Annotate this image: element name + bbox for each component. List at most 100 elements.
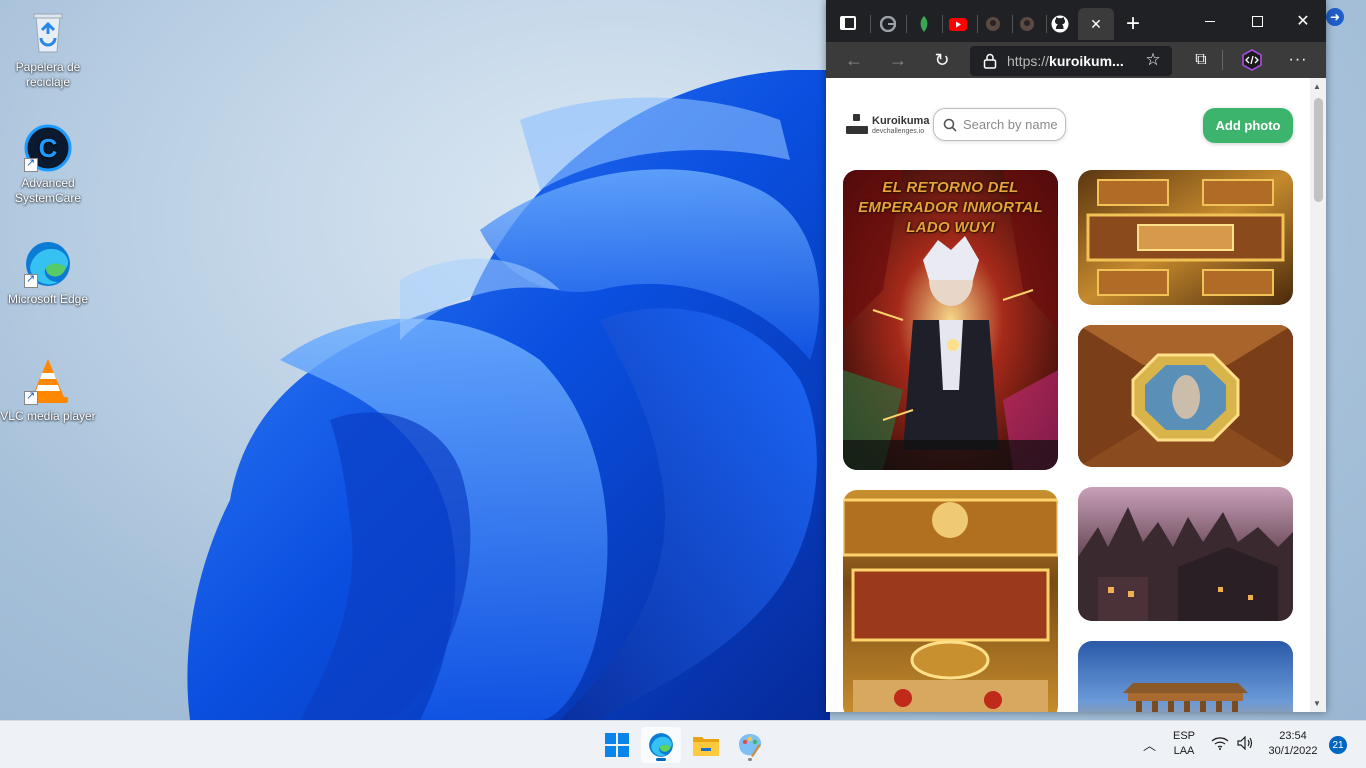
logo-title: Kuroikuma [872, 114, 930, 127]
folder-icon [693, 737, 719, 756]
photo-card[interactable] [1078, 487, 1293, 621]
new-tab-button[interactable]: + [1118, 8, 1148, 40]
desktop-icon-label: VLC media player [0, 409, 96, 423]
notification-badge[interactable]: 21 [1329, 736, 1347, 754]
close-window-button[interactable]: ✕ [1280, 6, 1326, 36]
refresh-button[interactable]: ↻ [927, 46, 957, 74]
google-icon [880, 16, 896, 32]
site-logo[interactable]: Kuroikuma devchallenges.io [846, 114, 929, 136]
edge-icon [24, 240, 72, 288]
show-hidden-icons-chevron-icon[interactable]: ︿ [1143, 735, 1156, 754]
back-arrow-icon: ← [845, 49, 863, 70]
vlc-cone-icon [24, 357, 72, 405]
language-code: ESP [1172, 730, 1195, 742]
volume-icon[interactable] [1237, 735, 1255, 755]
add-photo-button[interactable]: Add photo [1203, 108, 1293, 143]
forward-arrow-icon: → [889, 49, 907, 70]
scrollbar-thumb[interactable] [1314, 98, 1323, 202]
tab-bar: ✕ + ✕ [826, 0, 1326, 42]
start-button[interactable] [597, 727, 637, 763]
maximize-icon [1251, 15, 1263, 27]
taskbar-edge[interactable] [641, 727, 681, 763]
code-extension-icon [1242, 49, 1262, 71]
clock-time: 23:54 [1279, 730, 1307, 742]
desktop-icon-label: Advanced SystemCare [14, 176, 82, 205]
close-icon: ✕ [1296, 13, 1310, 30]
address-bar: ← → ↻ https://kuroikum... ☆ ⧉ ··· [826, 42, 1326, 78]
photo-card[interactable] [843, 490, 1058, 712]
page-scrollbar[interactable]: ▲ ▼ [1310, 78, 1326, 712]
language-indicator[interactable]: ESP LAA [1168, 729, 1200, 759]
minimize-button[interactable] [1187, 6, 1233, 36]
github-icon [1051, 15, 1069, 33]
recycle-bin-icon [24, 8, 72, 56]
browser-window: ✕ + ✕ ← → ↻ https://kuroikum... ☆ ⧉ ··· [826, 0, 1326, 712]
tab-active[interactable]: ✕ [1078, 8, 1114, 40]
back-button[interactable]: ← [839, 46, 869, 74]
forward-button[interactable]: → [883, 46, 913, 74]
maximize-button[interactable] [1234, 6, 1280, 36]
url-protocol: https:// [1007, 53, 1050, 69]
close-tab-icon[interactable]: ✕ [1090, 16, 1102, 33]
more-icon: ··· [1288, 51, 1308, 68]
puzzle-icon: ⧉ [1195, 51, 1207, 68]
plus-icon: + [1125, 10, 1140, 37]
extensions-button[interactable]: ⧉ [1186, 46, 1216, 74]
photo-card[interactable] [1078, 170, 1293, 305]
clock[interactable]: 23:54 30/1/2022 [1262, 729, 1324, 759]
photo-cover-title: EL RETORNO DEL EMPERADOR INMORTAL LADO W… [858, 179, 1043, 236]
active-indicator [656, 758, 666, 761]
lock-icon [983, 53, 997, 69]
youtube-icon [949, 17, 967, 31]
tab-leaf[interactable] [909, 8, 939, 40]
windows-start-icon [605, 733, 629, 757]
shortcut-arrow-icon [24, 272, 38, 288]
tab-github[interactable] [1045, 8, 1075, 40]
star-add-icon: ☆ [1145, 50, 1161, 69]
desktop-icon-vlc[interactable]: VLC media player [0, 357, 96, 424]
search-input[interactable]: Search by name [933, 108, 1066, 141]
web-page: Kuroikuma devchallenges.io Search by nam… [826, 78, 1310, 712]
edge-icon [649, 733, 673, 757]
taskbar-paint[interactable] [730, 727, 770, 763]
tab-google[interactable] [873, 8, 903, 40]
shortcut-arrow-icon [24, 389, 38, 405]
devtools-extension-button[interactable] [1237, 46, 1267, 74]
partial-desktop-icon[interactable]: ➜ [1326, 8, 1344, 26]
tab-youtube[interactable] [943, 8, 973, 40]
logo-mark-icon [846, 114, 868, 136]
desktop-icon-advanced-systemcare[interactable]: C Advanced SystemCare [0, 124, 96, 206]
shortcut-arrow-icon [24, 156, 38, 172]
scroll-down-icon[interactable]: ▼ [1313, 699, 1321, 708]
avatar-icon [986, 17, 1000, 31]
tab-avatar-1[interactable] [978, 8, 1008, 40]
scroll-up-icon[interactable]: ▲ [1313, 82, 1321, 91]
refresh-icon: ↻ [934, 49, 950, 70]
paint-palette-icon [739, 734, 762, 757]
favorite-button[interactable]: ☆ [1138, 46, 1168, 74]
taskbar: ︿ ESP LAA 23:54 30/1/2022 [0, 720, 1366, 768]
leaf-icon [920, 16, 928, 32]
settings-menu-button[interactable]: ··· [1283, 46, 1313, 74]
desktop-icon-label: Microsoft Edge [7, 292, 89, 306]
advanced-systemcare-icon: C [24, 124, 72, 172]
clock-date: 30/1/2022 [1268, 745, 1318, 757]
wifi-icon[interactable] [1211, 736, 1229, 755]
photo-card[interactable]: EL RETORNO DEL EMPERADOR INMORTAL LADO W… [843, 170, 1058, 470]
logo-subtitle: devchallenges.io [872, 127, 925, 135]
avatar-icon [1020, 17, 1034, 31]
desktop-icon-microsoft-edge[interactable]: Microsoft Edge [0, 240, 96, 307]
desktop-icon-label: Papelera de reciclaje [15, 60, 81, 89]
desktop-icon-recycle-bin[interactable]: Papelera de reciclaje [0, 8, 96, 90]
keyboard-layout: LAA [1173, 745, 1195, 757]
tab-actions-icon[interactable] [840, 16, 856, 30]
url-host: kuroikum... [1049, 53, 1124, 69]
minimize-icon [1205, 20, 1215, 22]
svg-text:C: C [39, 133, 58, 163]
photo-card[interactable] [1078, 641, 1293, 712]
search-placeholder: Search by name [963, 117, 1058, 132]
taskbar-file-explorer[interactable] [686, 727, 726, 763]
search-icon [943, 118, 957, 132]
tab-avatar-2[interactable] [1012, 8, 1042, 40]
photo-card[interactable] [1078, 325, 1293, 467]
